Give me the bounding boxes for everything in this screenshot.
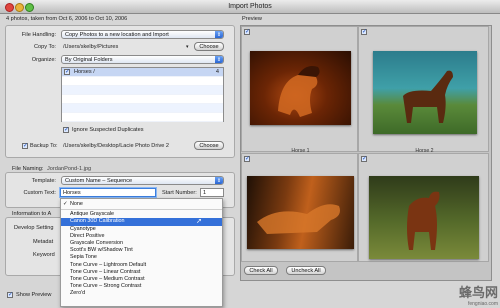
thumbnail-checkbox[interactable]: ✓ xyxy=(244,29,250,35)
watermark-text: 蜂鸟网 xyxy=(458,286,498,301)
file-handling-select[interactable]: Copy Photos to a new location and Import… xyxy=(61,30,224,39)
ignore-duplicates-label: Ignore Suspected Duplicates xyxy=(72,127,144,133)
watermark-url: fengniao.com xyxy=(467,301,498,307)
thumbnail-cell[interactable]: ✓ Horse 2 xyxy=(358,26,489,154)
ignore-duplicates-checkbox[interactable]: ✓ xyxy=(63,127,69,133)
close-window-button[interactable] xyxy=(5,3,14,12)
organize-select[interactable]: By Original Folders ⇕ xyxy=(61,55,224,64)
menu-item-zerod[interactable]: Zero'd xyxy=(61,290,222,297)
menu-item-tone-curve-linear[interactable]: Tone Curve – Linear Contrast xyxy=(61,269,222,276)
menu-item-scotts-bw[interactable]: Scott's BW w/Shadow Tint xyxy=(61,247,222,254)
horse-silhouette xyxy=(407,191,440,250)
checkmark-icon: ✓ xyxy=(63,201,68,207)
horse-photo xyxy=(373,51,477,134)
metadata-label: Metadat xyxy=(33,239,54,245)
folder-row-empty xyxy=(62,104,223,113)
folder-row[interactable]: ✓ Horses / 4 xyxy=(62,68,223,77)
show-preview-label: Show Preview xyxy=(16,292,52,298)
backup-choose-button[interactable]: Choose xyxy=(194,141,224,150)
menu-item-sepia-tone[interactable]: Sepia Tone xyxy=(61,254,222,261)
thumbnail-cell[interactable]: ✓ xyxy=(241,153,358,262)
backup-path: /Users/skelby/Desktop/Lacie Photo Drive … xyxy=(63,143,170,149)
menu-item-label: None xyxy=(70,201,83,207)
menu-item-tone-curve-strong[interactable]: Tone Curve – Strong Contrast xyxy=(61,283,222,290)
check-all-button[interactable]: Check All xyxy=(244,266,278,275)
folder-row-empty xyxy=(62,113,223,122)
thumbnail-checkbox[interactable]: ✓ xyxy=(244,156,250,162)
uncheck-all-button[interactable]: Uncheck All xyxy=(286,266,326,275)
menu-item-none[interactable]: ✓ None xyxy=(61,201,222,208)
folder-row-empty xyxy=(62,95,223,104)
file-handling-value: Copy Photos to a new location and Import xyxy=(65,32,169,38)
preview-label: Preview xyxy=(242,16,262,22)
template-select[interactable]: Custom Name – Sequence ⇕ xyxy=(61,176,224,185)
photo-count-summary: 4 photos, taken from Oct 6, 2006 to Oct … xyxy=(6,16,128,22)
menu-item-canon-30d-calibration[interactable]: Canon 30D Calibration ➚ xyxy=(61,218,222,226)
horse-photo xyxy=(369,176,479,259)
custom-text-label: Custom Text: xyxy=(23,190,56,196)
window-title: Import Photos xyxy=(228,3,272,10)
zoom-window-button[interactable] xyxy=(25,3,34,12)
horse-silhouette xyxy=(257,204,340,234)
template-label: Template: xyxy=(31,178,56,184)
mouse-cursor-icon: ➚ xyxy=(196,218,202,226)
menu-separator xyxy=(61,209,222,211)
chevron-updown-icon: ⇕ xyxy=(215,177,223,184)
custom-text-input[interactable]: Horses xyxy=(60,188,156,197)
folder-checkbox[interactable]: ✓ xyxy=(64,69,70,75)
thumbnail-cell[interactable]: ✓ Horse 1 xyxy=(241,26,358,154)
horse-silhouette xyxy=(403,70,453,123)
thumbnail-checkbox[interactable]: ✓ xyxy=(361,29,367,35)
menu-item-tone-curve-medium[interactable]: Tone Curve – Medium Contrast xyxy=(61,276,222,283)
template-value: Custom Name – Sequence xyxy=(65,178,133,184)
menu-item-label: Canon 30D Calibration xyxy=(70,218,125,225)
menu-item-tone-curve-default[interactable]: Tone Curve – Lightroom Default xyxy=(61,262,222,269)
folder-list[interactable]: ✓ Horses / 4 xyxy=(61,67,224,122)
develop-settings-label: Develop Setting xyxy=(14,225,54,231)
chevron-updown-icon: ⇕ xyxy=(215,31,223,38)
menu-item-direct-positive[interactable]: Direct Positive xyxy=(61,233,222,240)
backup-label: Backup To: xyxy=(30,143,58,149)
window-titlebar: Import Photos xyxy=(0,0,500,14)
start-number-label: Start Number: xyxy=(162,190,197,196)
chevron-updown-icon: ⇕ xyxy=(215,56,223,63)
start-number-input[interactable]: 1 xyxy=(200,188,224,197)
backup-checkbox[interactable]: ✓ xyxy=(22,143,28,149)
horse-photo xyxy=(250,51,351,125)
copy-to-path: /Users/skelby/Pictures xyxy=(63,44,119,50)
copy-to-label: Copy To: xyxy=(34,44,56,50)
organize-value: By Original Folders xyxy=(65,57,113,63)
menu-item-antique-grayscale[interactable]: Antique Grayscale xyxy=(61,211,222,218)
folder-name: Horses / xyxy=(74,69,95,75)
thumbnail-checkbox[interactable]: ✓ xyxy=(361,156,367,162)
horse-silhouette xyxy=(278,66,320,117)
organize-label: Organize: xyxy=(31,57,56,63)
folder-row-empty xyxy=(62,77,223,86)
folder-row-empty xyxy=(62,86,223,95)
horse-photo xyxy=(247,176,354,249)
keywords-label: Keyword xyxy=(33,252,55,258)
minimize-window-button[interactable] xyxy=(15,3,24,12)
copy-to-choose-button[interactable]: Choose xyxy=(194,42,224,51)
watermark: 蜂鸟网 fengniao.com xyxy=(428,282,498,307)
develop-settings-dropdown[interactable]: ✓ None Antique Grayscale Canon 30D Calibr… xyxy=(60,198,223,307)
menu-item-cyanotype[interactable]: Cyanotype xyxy=(61,226,222,233)
folder-count: 4 xyxy=(215,69,219,75)
show-preview-checkbox[interactable]: ✓ xyxy=(7,292,13,298)
menu-item-grayscale-conversion[interactable]: Grayscale Conversion xyxy=(61,240,222,247)
thumbnail-cell[interactable]: ✓ xyxy=(358,153,489,262)
chevron-down-icon[interactable]: ▾ xyxy=(186,44,189,50)
file-handling-label: File Handling: xyxy=(21,32,56,38)
